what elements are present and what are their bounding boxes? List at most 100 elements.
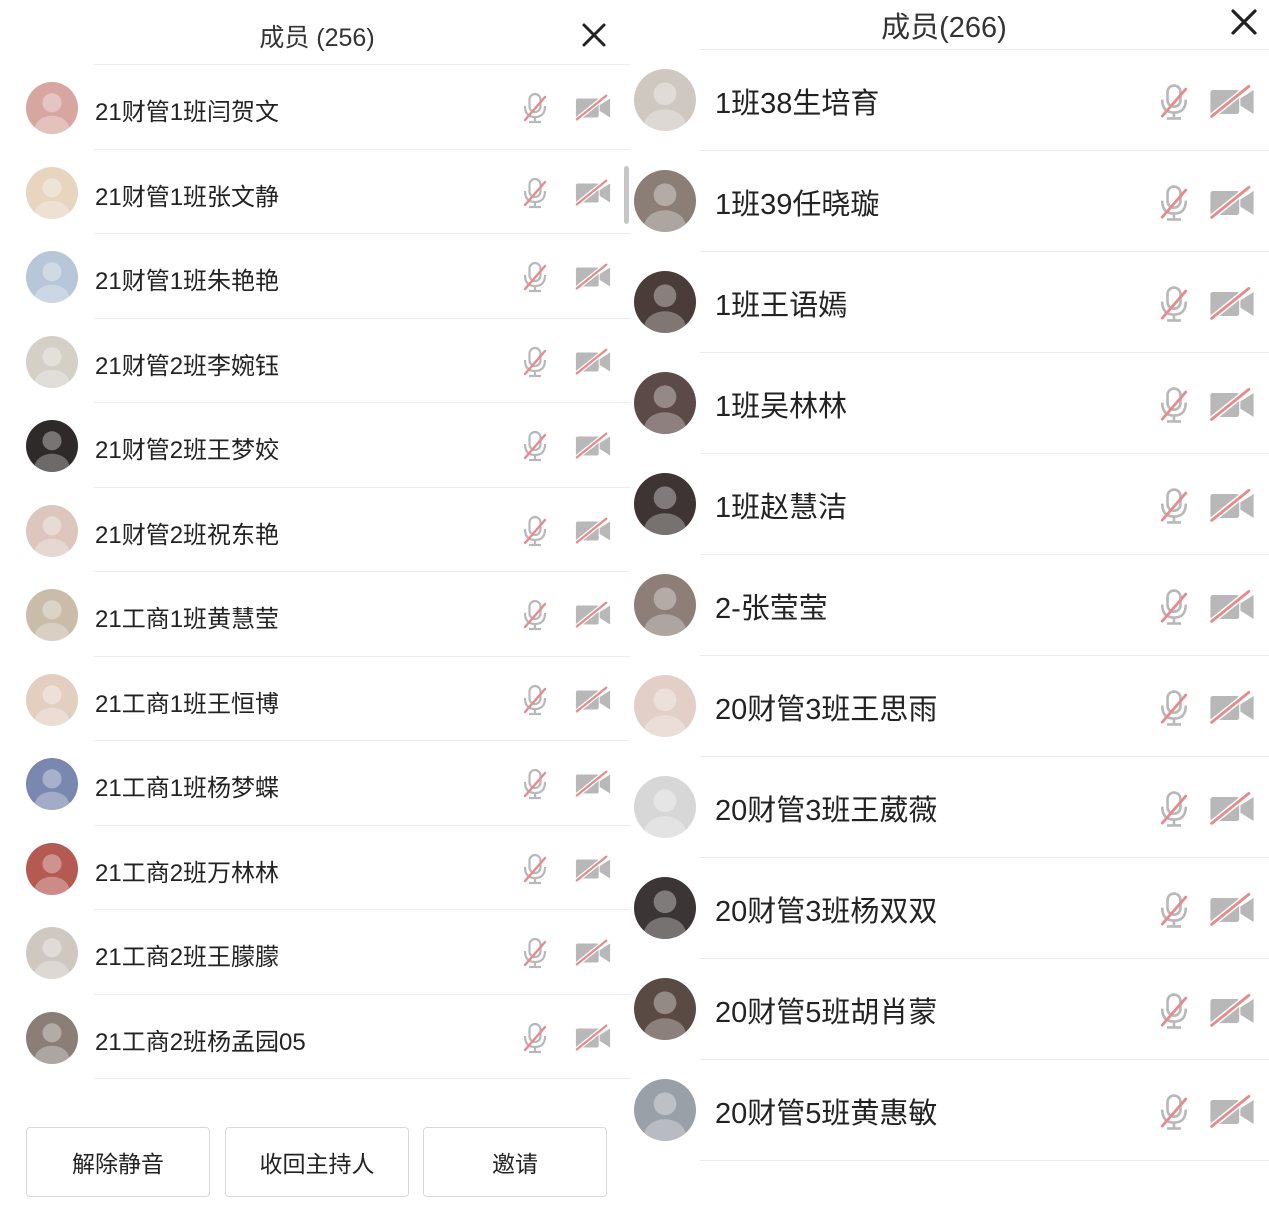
member-row[interactable]: 20财管5班黄惠敏 [630,1060,1269,1161]
avatar [26,335,78,388]
member-row[interactable]: 21工商1班黄慧莹 [0,572,630,657]
mic-muted-icon[interactable] [1154,587,1194,627]
member-list[interactable]: 1班38生培育 1班39任晓璇 1班王语嫣 1班吴林林 1班赵慧洁 2-张莹莹 … [630,0,1269,1161]
camera-off-icon[interactable] [1208,992,1256,1030]
member-name: 21财管1班朱艳艳 [95,268,280,295]
avatar [26,589,78,641]
close-icon[interactable] [1227,5,1261,39]
mic-muted-icon[interactable] [518,176,552,210]
member-name: 21工商1班王恒博 [95,690,280,718]
mic-muted-icon[interactable] [1154,688,1194,728]
camera-off-icon[interactable] [574,769,612,799]
member-row[interactable]: 21财管2班王梦姣 [0,403,630,488]
camera-off-icon[interactable] [574,685,612,715]
member-row[interactable]: 2-张莹莹 [630,555,1269,656]
close-icon[interactable] [579,20,609,50]
member-name: 21财管1班张文静 [95,183,280,211]
avatar [26,420,78,472]
avatar [26,251,78,303]
mic-muted-icon[interactable] [1154,991,1194,1031]
member-row[interactable]: 21财管1班张文静 [0,150,630,234]
camera-off-icon[interactable] [574,93,612,123]
member-row[interactable]: 21财管1班闫贺文 [0,65,630,150]
member-row[interactable]: 21工商2班王朦朦 [0,910,630,995]
camera-off-icon[interactable] [574,347,612,377]
member-name: 1班39任晓璇 [715,189,880,221]
member-row[interactable]: 1班39任晓璇 [630,151,1269,252]
camera-off-icon[interactable] [1208,83,1256,121]
member-row[interactable]: 20财管3班杨双双 [630,858,1269,959]
member-row[interactable]: 1班赵慧洁 [630,454,1269,555]
revoke-host-button[interactable]: 收回主持人 [225,1127,409,1197]
member-row[interactable]: 21财管2班祝东艳 [0,488,630,572]
unmute-all-button[interactable]: 解除静音 [26,1127,210,1197]
mic-muted-icon[interactable] [518,598,552,632]
camera-off-icon[interactable] [1208,588,1256,626]
member-name: 21工商1班黄慧莹 [95,606,280,633]
member-row[interactable]: 21工商1班杨梦蝶 [0,741,630,826]
member-row[interactable]: 20财管3班王思雨 [630,656,1269,757]
camera-off-icon[interactable] [574,1023,612,1053]
mic-muted-icon[interactable] [518,767,552,801]
camera-off-icon[interactable] [1208,285,1256,323]
member-row[interactable]: 21工商2班万林林 [0,826,630,910]
camera-off-icon[interactable] [1208,184,1256,222]
camera-off-icon[interactable] [1208,386,1256,424]
members-panel-right: 1班38生培育 1班39任晓璇 1班王语嫣 1班吴林林 1班赵慧洁 2-张莹莹 … [630,0,1269,1214]
avatar [634,978,696,1040]
mic-muted-icon[interactable] [1154,1092,1194,1132]
member-name: 20财管5班黄惠敏 [715,1098,938,1130]
member-row[interactable]: 21工商1班王恒博 [0,657,630,741]
avatar [26,927,78,979]
mic-muted-icon[interactable] [518,260,552,294]
member-row[interactable]: 21财管1班朱艳艳 [0,234,630,319]
camera-off-icon[interactable] [1208,891,1256,929]
camera-off-icon[interactable] [1208,1093,1256,1131]
mic-muted-icon[interactable] [1154,789,1194,829]
mic-muted-icon[interactable] [1154,890,1194,930]
camera-off-icon[interactable] [574,178,612,208]
member-row[interactable]: 1班王语嫣 [630,252,1269,353]
member-row[interactable]: 1班吴林林 [630,353,1269,454]
mic-muted-icon[interactable] [518,514,552,548]
mic-muted-icon[interactable] [518,1021,552,1055]
member-name: 21财管1班闫贺文 [95,99,280,126]
member-list[interactable]: 21财管1班姚一帆 21财管1班闫贺文 21财管1班张文静 21财管1班朱艳艳 [0,0,630,1079]
camera-off-icon[interactable] [574,600,612,630]
mic-muted-icon[interactable] [518,91,552,125]
camera-off-icon[interactable] [574,938,612,968]
mic-muted-icon[interactable] [518,852,552,886]
camera-off-icon[interactable] [574,431,612,461]
camera-off-icon[interactable] [1208,790,1256,828]
member-name: 20财管3班王葳薇 [715,795,938,827]
mic-muted-icon[interactable] [518,345,552,379]
mic-muted-icon[interactable] [518,936,552,970]
camera-off-icon[interactable] [574,262,612,292]
panel-header: 成员(266) [630,0,1269,46]
member-row[interactable]: 20财管5班胡肖蒙 [630,959,1269,1060]
camera-off-icon[interactable] [1208,689,1256,727]
camera-off-icon[interactable] [574,854,612,884]
avatar [26,1011,78,1064]
mic-muted-icon[interactable] [1154,486,1194,526]
member-name: 1班王语嫣 [715,290,848,322]
avatar [634,1079,696,1141]
member-row[interactable]: 21工商2班杨孟园05 [0,995,630,1079]
member-row[interactable]: 20财管3班王葳薇 [630,757,1269,858]
mic-muted-icon[interactable] [1154,82,1194,122]
mic-muted-icon[interactable] [1154,183,1194,223]
scrollbar[interactable] [624,166,629,224]
camera-off-icon[interactable] [574,516,612,546]
member-name: 21财管2班李婉钰 [95,352,280,380]
mic-muted-icon[interactable] [518,683,552,717]
mic-muted-icon[interactable] [1154,284,1194,324]
avatar [26,673,78,726]
avatar [26,758,78,810]
mic-muted-icon[interactable] [1154,385,1194,425]
mic-muted-icon[interactable] [518,429,552,463]
member-row[interactable]: 21财管2班李婉钰 [0,319,630,403]
invite-button[interactable]: 邀请 [423,1127,607,1197]
camera-off-icon[interactable] [1208,487,1256,525]
member-row[interactable]: 1班38生培育 [630,50,1269,151]
member-name: 21财管2班王梦姣 [95,437,280,464]
